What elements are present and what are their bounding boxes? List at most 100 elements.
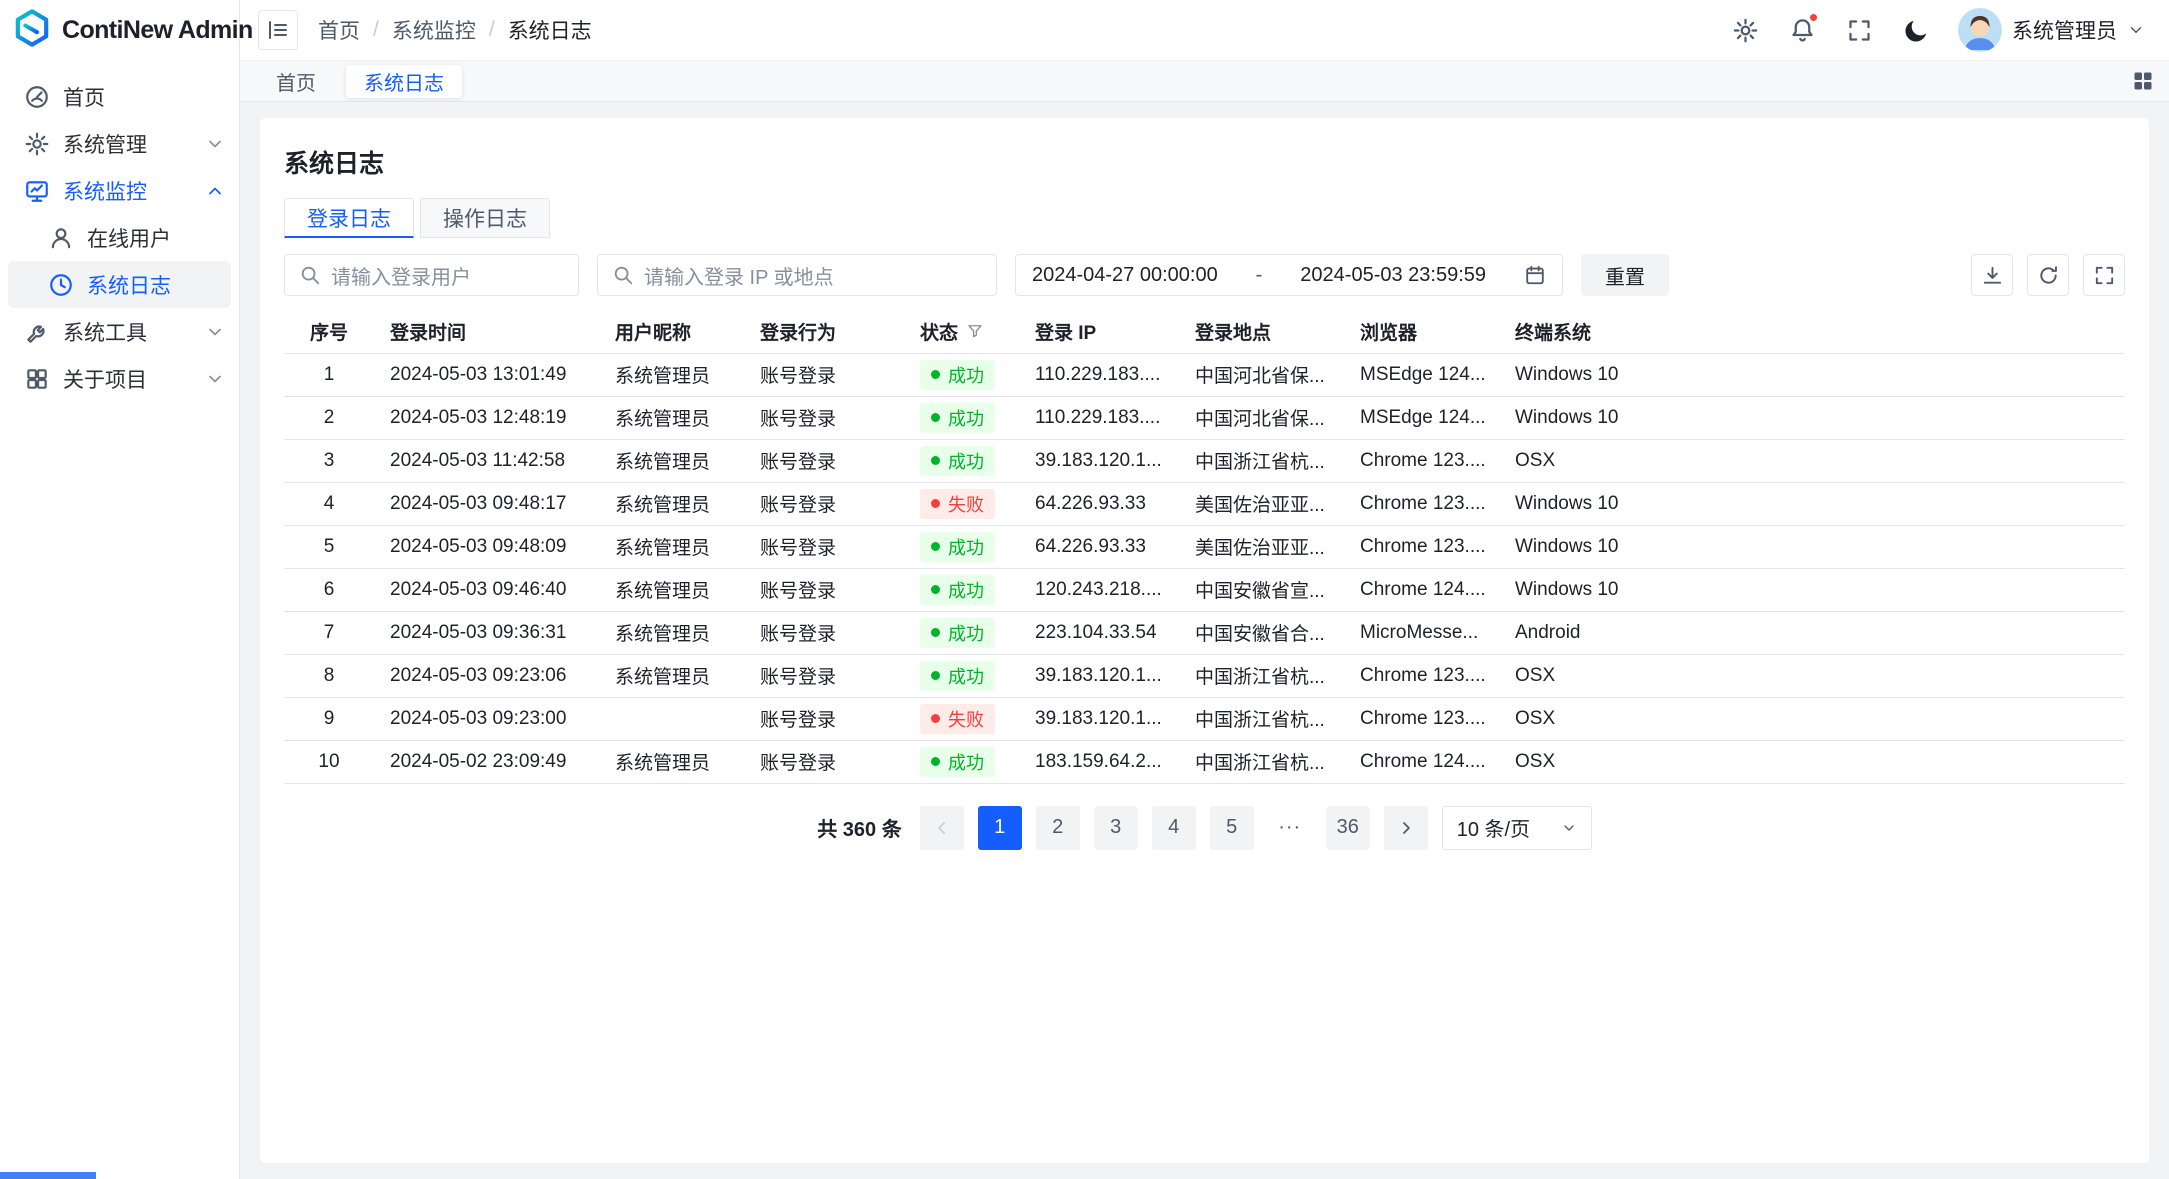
cell-browser: MSEdge 124... (1344, 353, 1499, 396)
user-name: 系统管理员 (2012, 15, 2117, 45)
cell-ip: 223.104.33.54 (1019, 611, 1179, 654)
status-dot (931, 499, 940, 508)
status-badge: 成功 (920, 403, 995, 433)
login-ip-search-input[interactable]: 请输入登录 IP 或地点 (597, 254, 997, 296)
pagination-next-button[interactable] (1384, 806, 1428, 850)
sidebar-item-system-logs[interactable]: 系统日志 (8, 261, 231, 308)
refresh-button[interactable] (2027, 254, 2069, 296)
cell-login-time: 2024-05-03 09:48:09 (374, 525, 599, 568)
breadcrumb-home[interactable]: 首页 (318, 15, 360, 45)
user-menu[interactable]: 系统管理员 (1958, 8, 2145, 52)
cell-nickname: 系统管理员 (599, 525, 744, 568)
cell-no: 3 (284, 439, 374, 482)
column-header-login-time: 登录时间 (374, 310, 599, 353)
cell-status: 成功 (904, 654, 1019, 697)
notifications-button[interactable] (1787, 15, 1817, 45)
cell-nickname: 系统管理员 (599, 353, 744, 396)
cell-ip: 64.226.93.33 (1019, 482, 1179, 525)
cell-filler (1649, 439, 2125, 482)
cell-status: 成功 (904, 611, 1019, 654)
fullscreen-button[interactable] (1844, 15, 1874, 45)
table-fullscreen-button[interactable] (2083, 254, 2125, 296)
cell-nickname (599, 697, 744, 740)
cell-no: 10 (284, 740, 374, 783)
cell-login-time: 2024-05-03 09:23:06 (374, 654, 599, 697)
cell-login-time: 2024-05-02 23:09:49 (374, 740, 599, 783)
sidebar-item-label: 系统监控 (63, 176, 192, 206)
topbar-actions: 系统管理员 (1730, 8, 2145, 52)
calendar-icon (1524, 264, 1546, 286)
log-type-tabs: 登录日志 操作日志 (284, 198, 2125, 238)
cell-nickname: 系统管理员 (599, 654, 744, 697)
tab-login-log[interactable]: 登录日志 (284, 198, 414, 238)
tab-list-button[interactable] (2117, 61, 2169, 101)
table-row: 5 2024-05-03 09:48:09 系统管理员 账号登录 成功 64.2… (284, 525, 2125, 568)
page-content: 系统日志 登录日志 操作日志 请输入登录用户 (240, 102, 2169, 1179)
menu-fold-icon (266, 18, 290, 42)
fullscreen-icon (1846, 17, 1873, 44)
column-header-browser: 浏览器 (1344, 310, 1499, 353)
app-logo[interactable]: ContiNew Admin (0, 0, 239, 61)
cell-behavior: 账号登录 (744, 568, 904, 611)
cell-no: 8 (284, 654, 374, 697)
cell-location: 中国安徽省合... (1179, 611, 1344, 654)
cell-filler (1649, 568, 2125, 611)
table-row: 10 2024-05-02 23:09:49 系统管理员 账号登录 成功 183… (284, 740, 2125, 783)
page-size-select[interactable]: 10 条/页 (1442, 806, 1592, 850)
download-button[interactable] (1971, 254, 2013, 296)
pagination-prev-button[interactable] (920, 806, 964, 850)
tab-operation-log[interactable]: 操作日志 (420, 198, 550, 238)
cell-status: 成功 (904, 568, 1019, 611)
sidebar-item-system-monitor[interactable]: 系统监控 (0, 167, 239, 214)
sidebar-collapse-button[interactable] (258, 10, 298, 50)
cell-filler (1649, 740, 2125, 783)
horizontal-scrollbar-thumb[interactable] (0, 1172, 96, 1179)
cell-ip: 39.183.120.1... (1019, 654, 1179, 697)
table-toolbar (1971, 254, 2125, 296)
cell-login-time: 2024-05-03 12:48:19 (374, 396, 599, 439)
dashboard-icon (24, 84, 50, 110)
breadcrumb-current: 系统日志 (508, 15, 592, 45)
sidebar-item-about-project[interactable]: 关于项目 (0, 355, 239, 402)
cell-no: 4 (284, 482, 374, 525)
breadcrumb: 首页 / 系统监控 / 系统日志 (318, 15, 592, 45)
status-dot (931, 714, 940, 723)
cell-behavior: 账号登录 (744, 611, 904, 654)
status-dot (931, 370, 940, 379)
pagination-page-4[interactable]: 4 (1152, 806, 1196, 850)
sidebar-item-online-users[interactable]: 在线用户 (8, 214, 231, 261)
pagination-page-3[interactable]: 3 (1094, 806, 1138, 850)
reset-button[interactable]: 重置 (1581, 254, 1669, 296)
date-range-picker[interactable]: 2024-04-27 00:00:00 - 2024-05-03 23:59:5… (1015, 254, 1563, 296)
clock-icon (48, 272, 74, 298)
cell-nickname: 系统管理员 (599, 740, 744, 783)
chevron-down-icon (205, 134, 225, 154)
status-filter-icon[interactable] (966, 322, 984, 340)
settings-button[interactable] (1730, 15, 1760, 45)
pagination-page-2[interactable]: 2 (1036, 806, 1080, 850)
pagination-page-5[interactable]: 5 (1210, 806, 1254, 850)
sidebar-item-label: 系统日志 (87, 270, 221, 300)
cell-location: 中国浙江省杭... (1179, 740, 1344, 783)
sidebar-item-system-management[interactable]: 系统管理 (0, 120, 239, 167)
sidebar-item-label: 系统管理 (63, 129, 192, 159)
dark-mode-button[interactable] (1901, 15, 1931, 45)
search-icon (299, 264, 321, 286)
pagination-page-1[interactable]: 1 (978, 806, 1022, 850)
tab-system-logs[interactable]: 系统日志 (346, 65, 462, 98)
login-user-search-input[interactable]: 请输入登录用户 (284, 254, 579, 296)
system-log-card: 系统日志 登录日志 操作日志 请输入登录用户 (260, 118, 2149, 1163)
cell-browser: Chrome 123.... (1344, 525, 1499, 568)
sidebar-item-home[interactable]: 首页 (0, 73, 239, 120)
pagination-page-36[interactable]: 36 (1326, 806, 1370, 850)
sidebar-item-label: 关于项目 (63, 364, 192, 394)
cell-browser: Chrome 123.... (1344, 654, 1499, 697)
tab-home[interactable]: 首页 (258, 65, 334, 98)
notification-dot (1808, 12, 1819, 23)
breadcrumb-system-monitor[interactable]: 系统监控 (392, 15, 476, 45)
pagination-ellipsis[interactable]: ··· (1268, 806, 1312, 850)
cell-behavior: 账号登录 (744, 396, 904, 439)
cell-location: 美国佐治亚亚... (1179, 525, 1344, 568)
cell-no: 9 (284, 697, 374, 740)
sidebar-item-system-tools[interactable]: 系统工具 (0, 308, 239, 355)
